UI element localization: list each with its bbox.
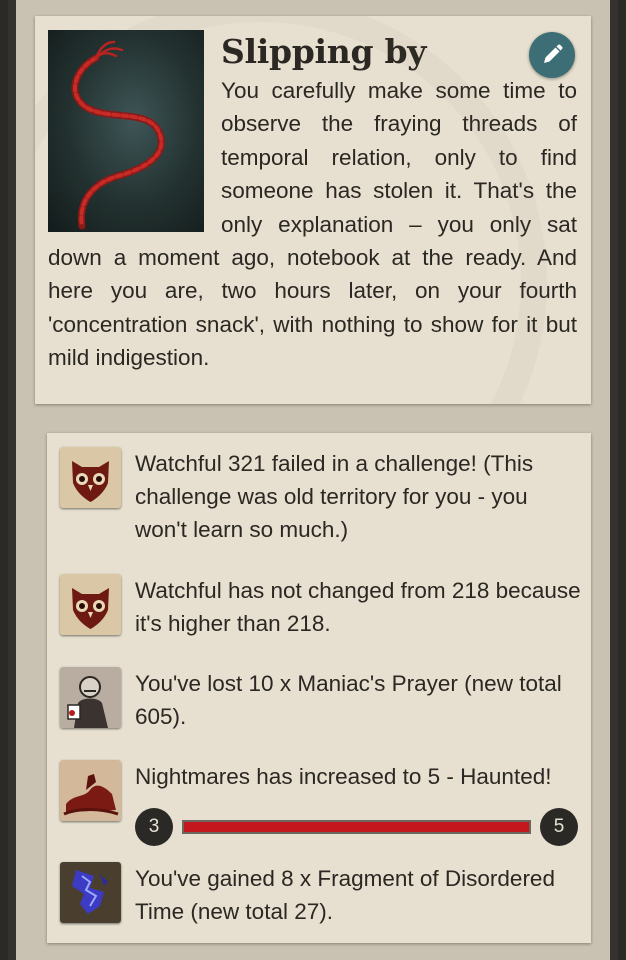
red-rope-icon [48, 30, 204, 232]
result-text: Nightmares has increased to 5 - Haunted! [135, 764, 552, 789]
progress-track [182, 820, 531, 834]
progress-bar: 3 5 [135, 808, 578, 846]
left-border [8, 0, 16, 960]
blue-fragment-icon [60, 862, 121, 923]
result-text: You've lost 10 x Maniac's Prayer (new to… [135, 671, 562, 729]
story-card: Slipping by You carefully make some time… [35, 16, 591, 404]
progress-end: 5 [540, 808, 578, 846]
pencil-icon [544, 44, 563, 63]
maniac-figure-icon [60, 667, 121, 728]
results-card: Watchful 321 failed in a challenge! (Thi… [47, 433, 591, 943]
owl-mask-icon [60, 574, 121, 635]
result-text: You've gained 8 x Fragment of Disordered… [135, 866, 555, 924]
nightmare-rider-icon [60, 760, 121, 821]
progress-fill [184, 822, 529, 832]
result-text: Watchful 321 failed in a challenge! (Thi… [135, 451, 534, 542]
owl-mask-icon [60, 447, 121, 508]
result-text: Watchful has not changed from 218 becaus… [135, 578, 581, 636]
progress-start: 3 [135, 808, 173, 846]
edit-button[interactable] [529, 32, 575, 78]
right-border [610, 0, 618, 960]
